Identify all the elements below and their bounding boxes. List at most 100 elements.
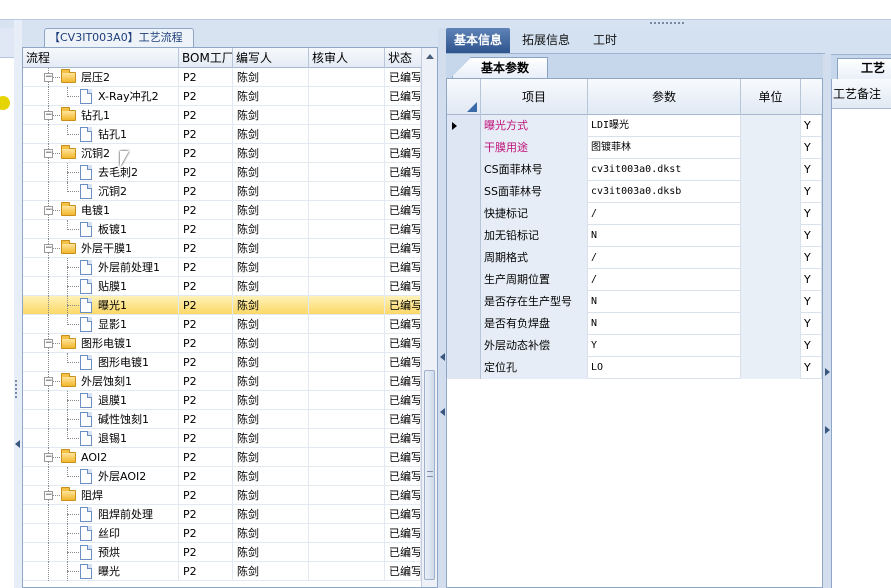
flow-cell[interactable]: 外层AOI2 bbox=[23, 467, 179, 486]
tab-extended-info[interactable]: 拓展信息 bbox=[514, 28, 578, 53]
process-notes-header[interactable]: 工艺备注 bbox=[832, 79, 891, 109]
param-item-cell[interactable]: 外层动态补偿 bbox=[481, 335, 588, 357]
reviewer-cell[interactable] bbox=[309, 391, 385, 410]
param-unit-cell[interactable] bbox=[741, 115, 801, 137]
status-cell[interactable]: 已编写 bbox=[385, 448, 421, 467]
select-all-icon[interactable] bbox=[467, 102, 477, 112]
flow-cell[interactable]: − 阻焊 bbox=[23, 486, 179, 505]
column-header-bom[interactable]: BOM工厂 bbox=[179, 48, 233, 68]
author-cell[interactable]: 陈剑 bbox=[233, 562, 309, 581]
param-flag-cell[interactable]: Y bbox=[801, 357, 822, 379]
param-flag-cell[interactable]: Y bbox=[801, 181, 822, 203]
row-header[interactable] bbox=[447, 137, 481, 159]
param-value-cell[interactable]: Y bbox=[588, 335, 741, 357]
param-flag-cell[interactable]: Y bbox=[801, 159, 822, 181]
flow-cell[interactable]: 去毛刺2 bbox=[23, 163, 179, 182]
param-flag-cell[interactable]: Y bbox=[801, 203, 822, 225]
flow-cell[interactable]: − 图形电镀1 bbox=[23, 334, 179, 353]
param-unit-cell[interactable] bbox=[741, 225, 801, 247]
collapse-toggle-icon[interactable]: − bbox=[44, 491, 53, 500]
table-row[interactable]: − 图形电镀1 P2 陈剑 已编写 bbox=[23, 334, 421, 353]
bom-cell[interactable]: P2 bbox=[179, 562, 233, 581]
author-cell[interactable]: 陈剑 bbox=[233, 182, 309, 201]
author-cell[interactable]: 陈剑 bbox=[233, 106, 309, 125]
flow-cell[interactable]: 显影1 bbox=[23, 315, 179, 334]
author-cell[interactable]: 陈剑 bbox=[233, 125, 309, 144]
param-row[interactable]: 生产周期位置 / Y bbox=[447, 269, 822, 291]
right-splitter[interactable] bbox=[823, 54, 831, 588]
row-header[interactable] bbox=[447, 225, 481, 247]
flow-cell[interactable]: 丝印 bbox=[23, 524, 179, 543]
table-row[interactable]: 外层前处理1 P2 陈剑 已编写 bbox=[23, 258, 421, 277]
flow-cell[interactable]: − 层压2 bbox=[23, 68, 179, 87]
param-flag-cell[interactable]: Y bbox=[801, 137, 822, 159]
table-row[interactable]: − 外层干膜1 P2 陈剑 已编写 bbox=[23, 239, 421, 258]
author-cell[interactable]: 陈剑 bbox=[233, 486, 309, 505]
status-cell[interactable]: 已编写 bbox=[385, 68, 421, 87]
table-row[interactable]: 贴膜1 P2 陈剑 已编写 bbox=[23, 277, 421, 296]
param-flag-cell[interactable]: Y bbox=[801, 335, 822, 357]
param-value-cell[interactable]: N bbox=[588, 291, 741, 313]
column-header-author[interactable]: 编写人 bbox=[233, 48, 309, 68]
splitter-grip[interactable] bbox=[650, 22, 684, 26]
bom-cell[interactable]: P2 bbox=[179, 106, 233, 125]
bom-cell[interactable]: P2 bbox=[179, 201, 233, 220]
table-row[interactable]: 阻焊前处理 P2 陈剑 已编写 bbox=[23, 505, 421, 524]
table-row[interactable]: 曝光 P2 陈剑 已编写 bbox=[23, 562, 421, 581]
reviewer-cell[interactable] bbox=[309, 353, 385, 372]
reviewer-cell[interactable] bbox=[309, 543, 385, 562]
flow-cell[interactable]: 阻焊前处理 bbox=[23, 505, 179, 524]
column-header-reviewer[interactable]: 核审人 bbox=[309, 48, 385, 68]
reviewer-cell[interactable] bbox=[309, 467, 385, 486]
tab-process-notes[interactable]: 工艺 bbox=[831, 54, 891, 81]
bom-cell[interactable]: P2 bbox=[179, 163, 233, 182]
bom-cell[interactable]: P2 bbox=[179, 467, 233, 486]
status-cell[interactable]: 已编写 bbox=[385, 543, 421, 562]
bom-cell[interactable]: P2 bbox=[179, 258, 233, 277]
param-item-cell[interactable]: 快捷标记 bbox=[481, 203, 588, 225]
status-cell[interactable]: 已编写 bbox=[385, 410, 421, 429]
status-cell[interactable]: 已编写 bbox=[385, 87, 421, 106]
param-row[interactable]: 是否有负焊盘 N Y bbox=[447, 313, 822, 335]
tab-basic-params[interactable]: 基本参数 bbox=[452, 57, 548, 79]
flow-cell[interactable]: − 电镀1 bbox=[23, 201, 179, 220]
collapse-toggle-icon[interactable]: − bbox=[44, 339, 53, 348]
bom-cell[interactable]: P2 bbox=[179, 391, 233, 410]
status-cell[interactable]: 已编写 bbox=[385, 467, 421, 486]
table-row[interactable]: 曝光1 P2 陈剑 已编写 bbox=[23, 296, 421, 315]
status-cell[interactable]: 已编写 bbox=[385, 125, 421, 144]
author-cell[interactable]: 陈剑 bbox=[233, 524, 309, 543]
param-item-cell[interactable]: 是否有负焊盘 bbox=[481, 313, 588, 335]
scroll-up-icon[interactable] bbox=[426, 54, 434, 59]
status-cell[interactable]: 已编写 bbox=[385, 182, 421, 201]
param-row[interactable]: 定位孔 LO Y bbox=[447, 357, 822, 379]
reviewer-cell[interactable] bbox=[309, 505, 385, 524]
param-value-cell[interactable]: / bbox=[588, 203, 741, 225]
param-unit-cell[interactable] bbox=[741, 357, 801, 379]
table-row[interactable]: 板镀1 P2 陈剑 已编写 bbox=[23, 220, 421, 239]
param-value-cell[interactable]: / bbox=[588, 247, 741, 269]
param-item-cell[interactable]: SS面菲林号 bbox=[481, 181, 588, 203]
param-flag-cell[interactable]: Y bbox=[801, 115, 822, 137]
author-cell[interactable]: 陈剑 bbox=[233, 201, 309, 220]
author-cell[interactable]: 陈剑 bbox=[233, 296, 309, 315]
param-item-cell[interactable]: 是否存在生产型号 bbox=[481, 291, 588, 313]
reviewer-cell[interactable] bbox=[309, 201, 385, 220]
column-header-unit[interactable]: 单位 bbox=[741, 79, 801, 115]
row-header[interactable] bbox=[447, 269, 481, 291]
flow-cell[interactable]: 退锡1 bbox=[23, 429, 179, 448]
table-row[interactable]: − 钻孔1 P2 陈剑 已编写 bbox=[23, 106, 421, 125]
table-row[interactable]: − 外层蚀刻1 P2 陈剑 已编写 bbox=[23, 372, 421, 391]
bom-cell[interactable]: P2 bbox=[179, 353, 233, 372]
bom-cell[interactable]: P2 bbox=[179, 524, 233, 543]
row-header[interactable] bbox=[447, 291, 481, 313]
author-cell[interactable]: 陈剑 bbox=[233, 448, 309, 467]
status-cell[interactable]: 已编写 bbox=[385, 258, 421, 277]
table-row[interactable]: − 电镀1 P2 陈剑 已编写 bbox=[23, 201, 421, 220]
row-header[interactable] bbox=[447, 115, 481, 137]
param-value-cell[interactable]: 图镀菲林 bbox=[588, 137, 741, 159]
bom-cell[interactable]: P2 bbox=[179, 543, 233, 562]
scroll-thumb[interactable] bbox=[424, 370, 435, 580]
column-header-item[interactable]: 项目 bbox=[481, 79, 588, 115]
row-header[interactable] bbox=[447, 159, 481, 181]
